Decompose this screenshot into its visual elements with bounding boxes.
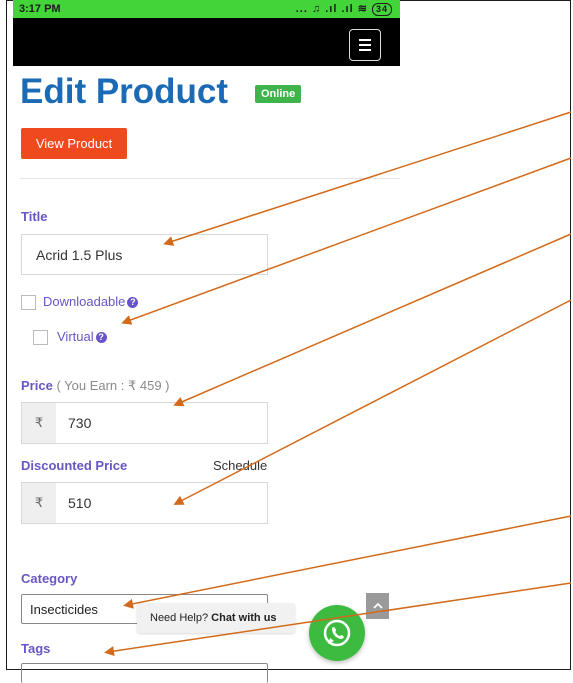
whatsapp-button[interactable] [309, 605, 365, 661]
rupee-prefix: ₹ [22, 483, 56, 523]
status-icons: ... ♫ .ıl .ıl ≋ 34 [296, 2, 392, 16]
whatsapp-icon [323, 619, 351, 647]
category-value: Insecticides [30, 602, 98, 617]
view-product-button[interactable]: View Product [21, 128, 127, 159]
hamburger-icon[interactable] [349, 29, 381, 61]
status-bar: 3:17 PM ... ♫ .ıl .ıl ≋ 34 [13, 0, 400, 18]
divider [20, 178, 400, 179]
virtual-checkbox[interactable] [33, 330, 48, 345]
title-input[interactable]: Acrid 1.5 Plus [21, 234, 268, 275]
you-earn-note: ( You Earn : ₹ 459 ) [56, 378, 170, 393]
downloadable-checkbox[interactable] [21, 295, 36, 310]
need-help-text: Need Help? [150, 612, 209, 624]
category-label: Category [21, 571, 78, 586]
discounted-price-input[interactable]: ₹ 510 [21, 482, 268, 524]
chevron-up-icon[interactable] [366, 593, 389, 619]
top-navbar [13, 18, 400, 66]
chat-help-pill[interactable]: Need Help? Chat with us [137, 603, 295, 633]
battery-icon: 34 [371, 3, 392, 16]
downloadable-label: Downloadable? [43, 294, 139, 309]
chat-link[interactable]: Chat with us [211, 612, 276, 624]
signal-wifi-icons: ... ♫ .ıl .ıl ≋ [295, 3, 368, 15]
question-circle-icon[interactable]: ? [95, 332, 107, 343]
price-input[interactable]: ₹ 730 [21, 402, 268, 444]
title-label: Title [21, 209, 48, 224]
discounted-price-label: Discounted Price [21, 458, 128, 473]
price-label: Price ( You Earn : ₹ 459 ) [21, 378, 170, 393]
price-value: 730 [68, 415, 92, 431]
rupee-prefix: ₹ [22, 403, 56, 443]
schedule-link[interactable]: Schedule [213, 458, 267, 473]
tags-label: Tags [21, 641, 51, 656]
status-badge: Online [255, 85, 302, 103]
question-circle-icon[interactable]: ? [127, 297, 139, 308]
tags-input[interactable] [21, 663, 268, 683]
title-value: Acrid 1.5 Plus [36, 247, 123, 263]
status-time: 3:17 PM [19, 3, 61, 15]
virtual-label: Virtual? [57, 329, 107, 344]
discounted-price-value: 510 [68, 495, 92, 511]
page-title: Edit Product [20, 72, 229, 111]
